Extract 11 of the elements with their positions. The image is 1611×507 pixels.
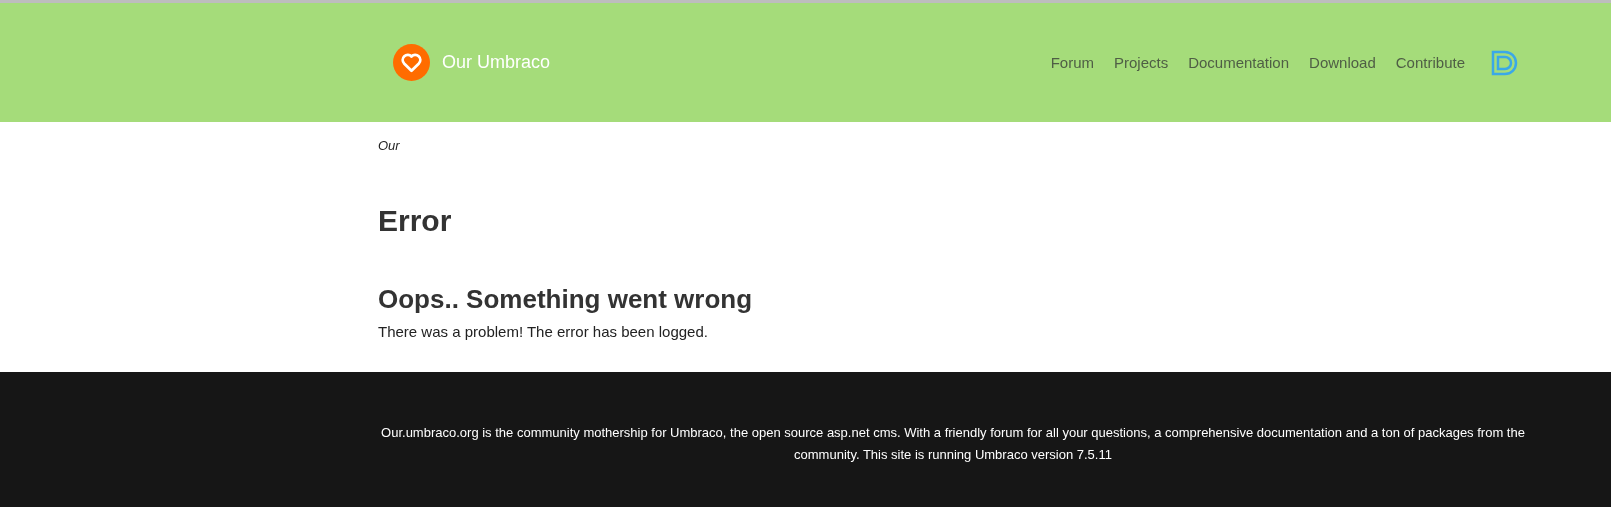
- breadcrumb: Our: [378, 137, 401, 153]
- nav-link[interactable]: Documentation: [1188, 54, 1290, 71]
- error-message: There was a problem! The error has been logged.: [378, 323, 709, 340]
- page-title: Error: [378, 204, 453, 238]
- footer-text: Our.umbraco.org is the community mothership for Umbraco, the open source asp.net cms. With a friendly forum for all your questions, a comprehensive documentation and a ton of packages from the community. This site is running Umbraco version 7.5.11: [380, 424, 1526, 464]
- heart-logo-icon: [393, 44, 430, 81]
- nav-link[interactable]: Contribute: [1395, 54, 1465, 71]
- nav-link[interactable]: Download: [1309, 54, 1376, 71]
- error-heading: Oops.. Something went wrong: [378, 284, 754, 315]
- nav-link[interactable]: Projects: [1113, 54, 1169, 71]
- nav-link[interactable]: Forum: [1050, 54, 1094, 71]
